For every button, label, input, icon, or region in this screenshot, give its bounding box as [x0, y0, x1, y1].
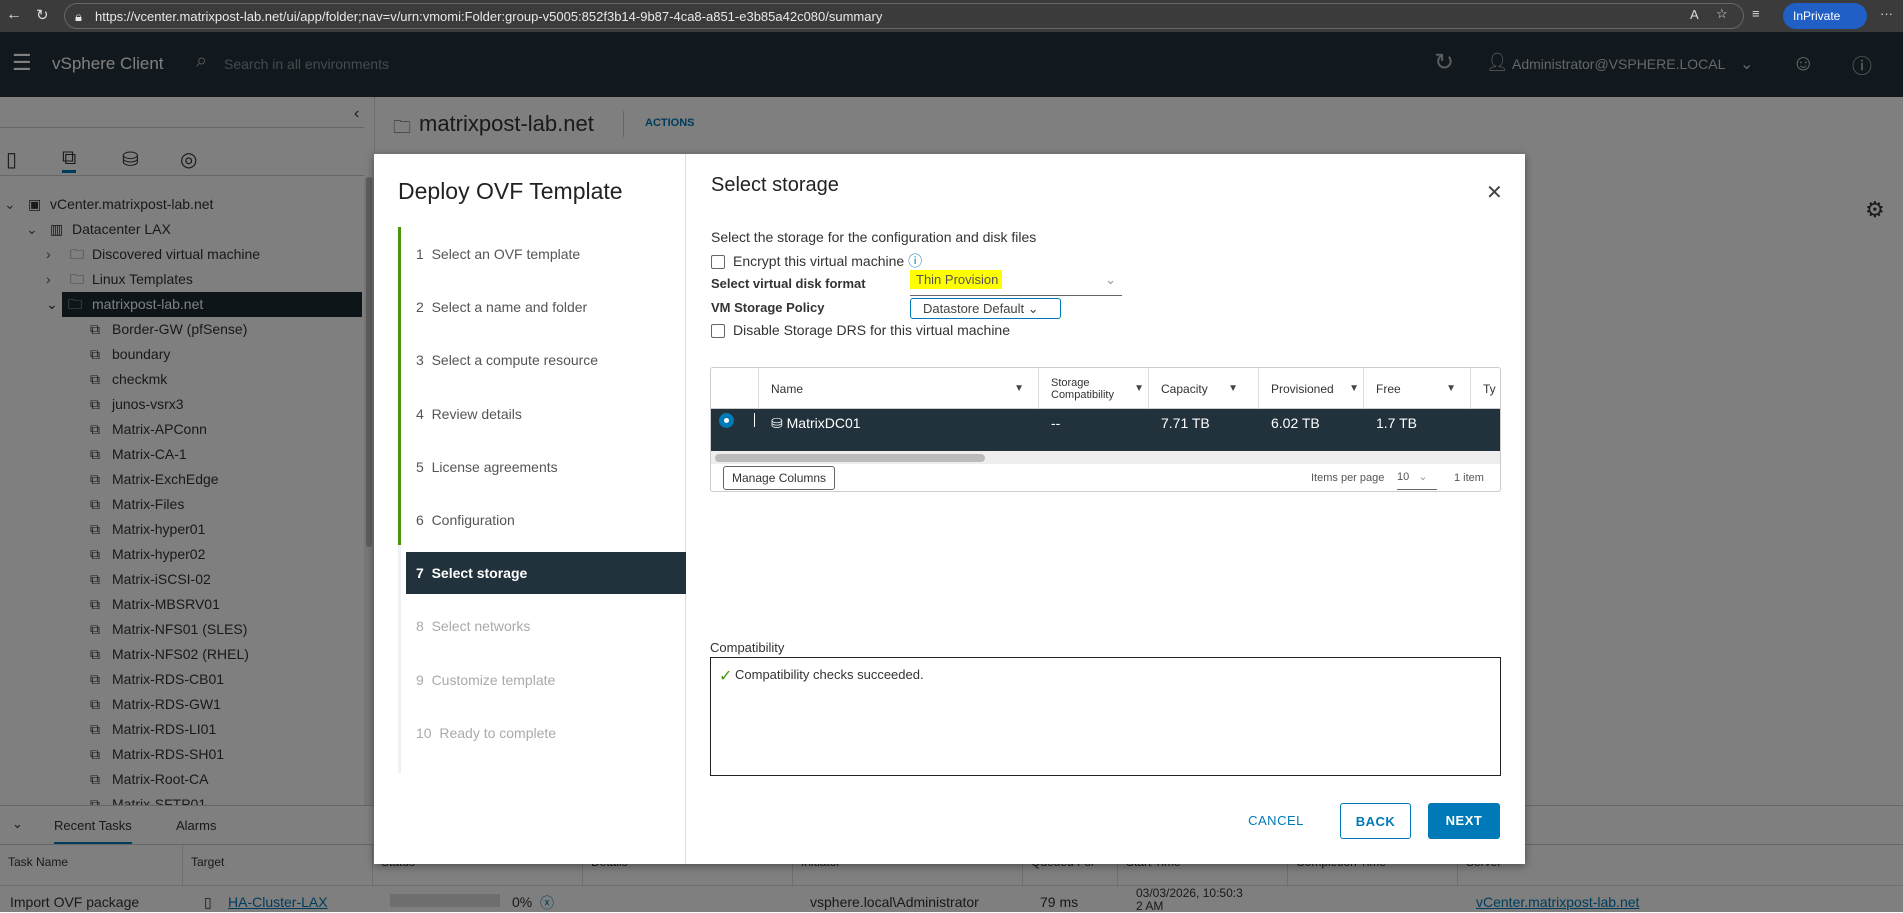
encrypt-label: Encrypt this virtual machine — [733, 253, 905, 269]
datastore-name: MatrixDC01 — [786, 415, 861, 431]
wizard-step[interactable]: 6 Configuration — [406, 499, 686, 541]
wizard-step: 9 Customize template — [416, 671, 556, 688]
url-text: https://vcenter.matrixpost-lab.net/ui/ap… — [95, 9, 883, 24]
description: Select the storage for the configuration… — [711, 229, 1037, 245]
horizontal-scrollbar[interactable] — [711, 451, 1500, 464]
datastore-table: Name ▼ Storage Compatibility ▼ Capacity ▼ P… — [710, 367, 1501, 492]
wizard-title: Deploy OVF Template — [398, 178, 623, 204]
capacity: 7.71 TB — [1161, 415, 1210, 431]
table-header: Name ▼ Storage Compatibility ▼ Capacity ▼ P… — [711, 368, 1500, 409]
deploy-ovf-dialog: Deploy OVF Template 1 Select an OVF temp… — [374, 154, 1525, 864]
page-title: Select storage — [711, 174, 839, 196]
manage-columns-button[interactable]: Manage Columns — [723, 466, 836, 490]
info-icon[interactable]: ⓘ — [908, 253, 922, 269]
chevron-down-icon: ⌄ — [1105, 272, 1116, 287]
col-provisioned[interactable]: Provisioned ▼ — [1259, 368, 1364, 409]
filter-icon[interactable]: ▼ — [1446, 383, 1456, 394]
check-icon: ✓ — [719, 668, 733, 685]
policy-value: Datastore Default — [923, 301, 1025, 316]
policy-label: VM Storage Policy — [711, 300, 825, 315]
col-name[interactable]: Name ▼ — [759, 368, 1039, 409]
table-row[interactable]: ⛁ MatrixDC01 -- 7.71 TB 6.02 TB 1.7 TB — [711, 409, 1500, 451]
next-button[interactable]: NEXT — [1428, 803, 1500, 839]
provisioned: 6.02 TB — [1271, 415, 1320, 431]
wizard-step[interactable]: 5 License agreements — [406, 446, 686, 488]
encrypt-checkbox[interactable]: Encrypt this virtual machine ⓘ — [711, 251, 922, 271]
compatibility-message: Compatibility checks succeeded. — [735, 667, 924, 682]
compatibility-label: Compatibility — [710, 640, 785, 655]
filter-icon[interactable]: ▼ — [1134, 383, 1144, 394]
radio-selected[interactable] — [719, 413, 734, 428]
disk-format-label: Select virtual disk format — [711, 276, 866, 291]
col-type[interactable]: Ty — [1471, 368, 1500, 409]
storage-policy-select[interactable]: Datastore Default ⌄ — [910, 298, 1061, 319]
wizard-step: 10 Ready to complete — [416, 724, 557, 741]
filter-icon[interactable]: ▼ — [1014, 383, 1024, 394]
favorites-icon[interactable]: ≡ — [1752, 6, 1760, 21]
storage-compat: -- — [1051, 415, 1061, 431]
favorite-icon[interactable]: ☆ — [1716, 6, 1728, 22]
col-storage-compat[interactable]: Storage Compatibility ▼ — [1039, 368, 1149, 409]
checkbox[interactable] — [711, 324, 725, 339]
wizard-step[interactable]: 1 Select an OVF template — [406, 233, 686, 275]
disk-format-select[interactable]: Thin Provision ⌄ — [910, 270, 1122, 296]
more-icon[interactable]: ··· — [1880, 6, 1893, 21]
cancel-button[interactable]: CANCEL — [1246, 803, 1306, 839]
wizard-step: 8 Select networks — [416, 618, 531, 635]
back-button[interactable]: BACK — [1340, 803, 1411, 839]
wizard-step[interactable]: 3 Select a compute resource — [406, 339, 686, 381]
compatibility-box: ✓ Compatibility checks succeeded. — [710, 657, 1501, 776]
address-bar[interactable]: 🔒︎ https://vcenter.matrixpost-lab.net/ui/… — [64, 3, 1744, 29]
filter-icon[interactable]: ▼ — [1349, 383, 1359, 394]
wizard-step[interactable]: 4 Review details — [406, 393, 686, 435]
progress-indicator — [398, 227, 401, 545]
free: 1.7 TB — [1376, 415, 1417, 431]
close-icon[interactable]: ✕ — [1486, 180, 1503, 205]
disable-drs-checkbox[interactable]: Disable Storage DRS for this virtual mac… — [711, 322, 1011, 339]
col-free[interactable]: Free ▼ — [1364, 368, 1471, 409]
lock-icon: 🔒︎ — [75, 9, 82, 24]
wizard-steps-pane: Deploy OVF Template 1 Select an OVF temp… — [374, 154, 686, 864]
refresh-icon[interactable]: ↻ — [36, 6, 49, 24]
item-count: 1 item — [1454, 472, 1484, 484]
browser-toolbar: ← ↻ 🔒︎ https://vcenter.matrixpost-lab.net… — [0, 0, 1903, 32]
back-icon[interactable]: ← — [6, 6, 22, 24]
read-aloud-icon[interactable]: A — [1690, 7, 1699, 22]
col-capacity[interactable]: Capacity ▼ — [1149, 368, 1259, 409]
wizard-step[interactable]: 7 Select storage — [406, 552, 686, 595]
wizard-step[interactable]: 2 Select a name and folder — [406, 286, 686, 328]
items-per-page-select[interactable]: 10 ⌄ — [1397, 470, 1437, 490]
checkbox[interactable] — [711, 255, 725, 270]
disable-drs-label: Disable Storage DRS for this virtual mac… — [733, 322, 1011, 338]
disk-format-value: Thin Provision — [910, 270, 1003, 289]
filter-icon[interactable]: ▼ — [1228, 383, 1238, 394]
chevron-down-icon: ⌄ — [1027, 301, 1039, 316]
inprivate-badge[interactable]: InPrivate — [1783, 3, 1867, 29]
datastore-icon: ⛁ — [771, 415, 783, 431]
items-per-page-label: Items per page — [1311, 472, 1385, 484]
